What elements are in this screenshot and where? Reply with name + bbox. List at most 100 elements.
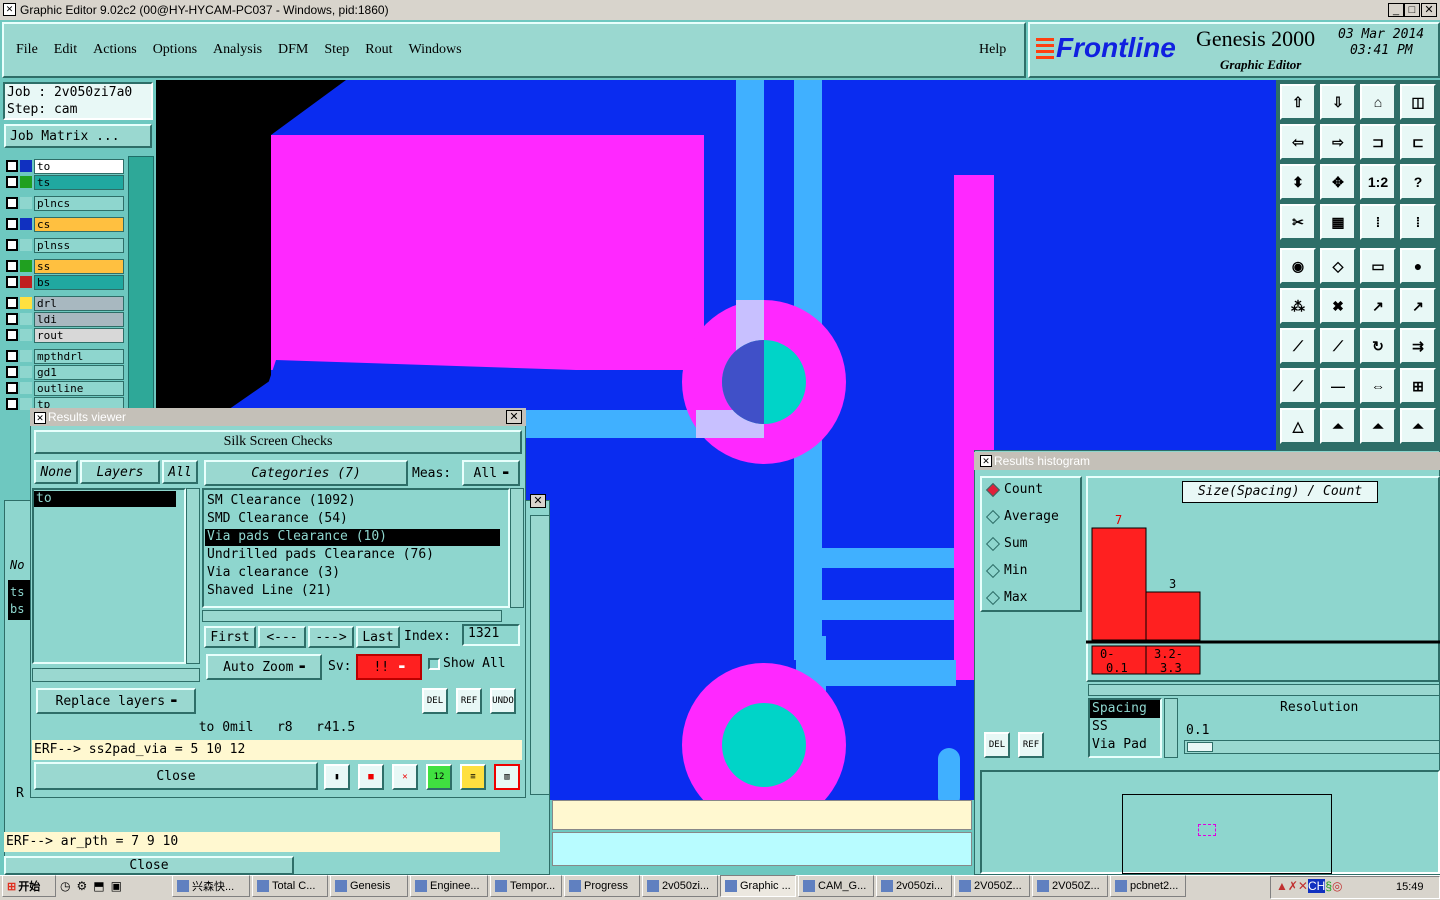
menu-rout[interactable]: Rout — [365, 42, 392, 58]
category-item[interactable]: Shaved Line (21) — [205, 583, 500, 600]
category-item[interactable]: Undrilled pads Clearance (76) — [205, 547, 500, 564]
category-item[interactable]: Via pads Clearance (10) — [205, 529, 500, 546]
taskbar-item[interactable]: CAM_G... — [798, 875, 874, 897]
taskbar-item[interactable]: pcbnet2... — [1110, 875, 1186, 897]
layer-row-cs[interactable]: cs — [6, 216, 124, 232]
zoom-tool-3-icon[interactable]: ⌂ — [1360, 84, 1396, 120]
taskbar-item[interactable]: Enginee... — [410, 875, 488, 897]
pan-tool-4-icon[interactable]: ⊏ — [1400, 124, 1436, 160]
menu-file[interactable]: File — [16, 42, 38, 58]
layer-color-swatch[interactable] — [20, 176, 32, 188]
menu-step[interactable]: Step — [324, 42, 349, 58]
hist-ref-button[interactable]: REF — [1018, 732, 1044, 758]
category-hscroll[interactable] — [202, 610, 502, 622]
layer-checkbox[interactable] — [6, 239, 18, 251]
last-button[interactable]: Last — [356, 626, 400, 648]
layer-color-swatch[interactable] — [20, 297, 32, 309]
meas-select[interactable]: All ▬ — [462, 460, 520, 486]
layer-row-ss[interactable]: ss — [6, 258, 124, 274]
draw-tool-1-icon[interactable]: ⟋ — [1280, 328, 1316, 364]
layer-checkbox[interactable] — [6, 260, 18, 272]
taskbar-item[interactable]: 2v050zi... — [876, 875, 952, 897]
resolution-slider[interactable] — [1184, 740, 1440, 754]
job-matrix-button[interactable]: Job Matrix ... — [4, 124, 152, 148]
chart-hscroll[interactable] — [1088, 684, 1440, 696]
snap-tool-1-icon[interactable]: ◉ — [1280, 248, 1316, 284]
measure-tool-3-icon[interactable]: ⁞ — [1360, 204, 1396, 240]
snap-tool-2-icon[interactable]: ◇ — [1320, 248, 1356, 284]
taskbar-item[interactable]: Tempor... — [490, 875, 562, 897]
pan-tool-2-icon[interactable]: ⇨ — [1320, 124, 1356, 160]
info-vscroll[interactable] — [1164, 698, 1178, 758]
layer-row-ldi[interactable]: ldi — [6, 311, 124, 327]
snap-tool-4-icon[interactable]: ● — [1400, 248, 1436, 284]
layer-checkbox[interactable] — [6, 398, 18, 410]
layer-color-swatch[interactable] — [20, 239, 32, 251]
draw-tool-4-icon[interactable]: ⇉ — [1400, 328, 1436, 364]
help-menu[interactable]: Help — [979, 42, 1006, 58]
back-window-close-icon[interactable]: ✕ — [530, 494, 546, 508]
layer-color-swatch[interactable] — [20, 260, 32, 272]
snap-tool-3-icon[interactable]: ▭ — [1360, 248, 1396, 284]
layer-checkbox[interactable] — [6, 276, 18, 288]
taskbar-item[interactable]: 2V050Z... — [1032, 875, 1108, 897]
layer-color-swatch[interactable] — [20, 350, 32, 362]
pan-tool-1-icon[interactable]: ⇦ — [1280, 124, 1316, 160]
show-all-checkbox[interactable] — [428, 658, 440, 670]
layer-row-gd1[interactable]: gd1 — [6, 364, 124, 380]
edit-tool-4-icon[interactable]: ⊞ — [1400, 368, 1436, 404]
draw-tool-3-icon[interactable]: ↻ — [1360, 328, 1396, 364]
tool-ref-cross-icon[interactable]: ✕ — [392, 764, 418, 790]
replace-layers-button[interactable]: Replace layers ▬ — [36, 688, 196, 714]
layer-result-to[interactable]: to — [34, 491, 176, 507]
layer-row-bs[interactable]: bs — [6, 274, 124, 290]
pan-tool-3-icon[interactable]: ⊐ — [1360, 124, 1396, 160]
back-window-scroll[interactable] — [530, 515, 550, 795]
layer-checkbox[interactable] — [6, 297, 18, 309]
layers-all-button[interactable]: All — [162, 460, 198, 484]
layer-row-drl[interactable]: drl — [6, 295, 124, 311]
layer-row-plncs[interactable]: plncs — [6, 195, 124, 211]
layer-row-to[interactable]: to — [6, 158, 124, 174]
taskbar-item[interactable]: 2v050zi... — [642, 875, 718, 897]
next-button[interactable]: ---> — [308, 626, 354, 648]
tool-histogram-icon[interactable]: ▥ — [494, 764, 520, 790]
analyze-tool-2-icon[interactable]: ⏶ — [1320, 408, 1356, 444]
layer-row-outline[interactable]: outline — [6, 380, 124, 396]
maximize-button[interactable]: □ — [1404, 3, 1420, 17]
close-button[interactable]: Close — [34, 762, 318, 790]
start-button[interactable]: ⊞ 开始 — [2, 875, 56, 897]
mode-min[interactable]: Min — [1004, 563, 1027, 578]
layer-row-plnss[interactable]: plnss — [6, 237, 124, 253]
menu-options[interactable]: Options — [153, 42, 197, 58]
layer-checkbox[interactable] — [6, 313, 18, 325]
layer-color-swatch[interactable] — [20, 218, 32, 230]
layer-color-swatch[interactable] — [20, 276, 32, 288]
edit-tool-3-icon[interactable]: ⇔ — [1360, 368, 1396, 404]
layer-list-hscroll[interactable] — [32, 668, 200, 682]
category-item[interactable]: SM Clearance (1092) — [205, 493, 500, 510]
layer-color-swatch[interactable] — [20, 329, 32, 341]
layer-row-rout[interactable]: rout — [6, 327, 124, 343]
taskbar-item[interactable]: 2V050Z... — [954, 875, 1030, 897]
del-button[interactable]: DEL — [422, 688, 448, 714]
hist-del-button[interactable]: DEL — [984, 732, 1010, 758]
layer-checkbox[interactable] — [6, 160, 18, 172]
layer-row-mpthdrl[interactable]: mpthdrl — [6, 348, 124, 364]
close-window-button[interactable]: ✕ — [1421, 3, 1437, 17]
layer-color-swatch[interactable] — [20, 160, 32, 172]
undo-button[interactable]: UNDO — [490, 688, 516, 714]
fit-tool-1-icon[interactable]: ⬍ — [1280, 164, 1316, 200]
layer-checkbox[interactable] — [6, 350, 18, 362]
select-tool-1-icon[interactable]: ⁂ — [1280, 288, 1316, 324]
back-close-button[interactable]: Close — [4, 856, 294, 875]
menu-edit[interactable]: Edit — [54, 42, 77, 58]
taskbar-item[interactable]: Genesis — [330, 875, 408, 897]
edit-tool-1-icon[interactable]: ⟋ — [1280, 368, 1316, 404]
tool-red-square-icon[interactable]: ■ — [358, 764, 384, 790]
layer-checkbox[interactable] — [6, 176, 18, 188]
analyze-tool-3-icon[interactable]: ⏶ — [1360, 408, 1396, 444]
layer-color-swatch[interactable] — [20, 313, 32, 325]
tool-12-icon[interactable]: 12 — [426, 764, 452, 790]
histogram-bar[interactable] — [1091, 527, 1147, 641]
